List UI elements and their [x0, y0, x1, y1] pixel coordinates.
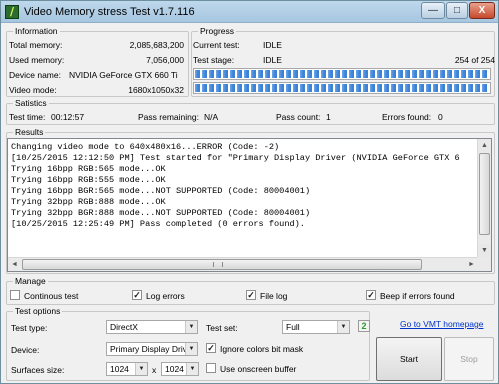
app-icon: /: [5, 5, 19, 19]
manage-group-label: Manage: [13, 276, 48, 286]
surface-width-value: 1024: [110, 364, 129, 374]
information-group-label: Information: [13, 26, 60, 36]
ignore-colors-label[interactable]: Ignore colors bit mask: [220, 344, 303, 354]
vmt-homepage-link[interactable]: Go to VMT homepage: [400, 319, 483, 329]
results-group-label: Results: [13, 127, 46, 137]
chevron-down-icon[interactable]: ▼: [337, 321, 349, 333]
vertical-scroll-thumb[interactable]: [479, 153, 490, 235]
test-type-value: DirectX: [110, 322, 138, 332]
progress-bar-2: [193, 82, 491, 94]
chevron-down-icon[interactable]: ▼: [186, 363, 198, 375]
total-memory-label: Total memory:: [9, 40, 63, 50]
progress-group-label: Progress: [198, 26, 237, 36]
scroll-up-arrow-icon[interactable]: ▲: [478, 139, 491, 152]
progress-bar-1-fill: [195, 70, 489, 78]
pass-remaining-label: Pass remaining:: [138, 112, 199, 122]
used-memory-label: Used memory:: [9, 55, 65, 65]
test-stage-value: IDLE: [263, 55, 282, 65]
results-log[interactable]: Changing video mode to 640x480x16...ERRO…: [7, 138, 492, 272]
test-type-label: Test type:: [11, 323, 48, 333]
video-mode-label: Video mode:: [9, 85, 57, 95]
device-label: Device:: [11, 345, 40, 355]
surface-size-separator: x: [152, 365, 157, 375]
chevron-down-icon[interactable]: ▼: [185, 321, 197, 333]
device-name-value: NVIDIA GeForce GTX 660 Ti: [69, 70, 178, 80]
test-options-group-label: Test options: [13, 306, 63, 316]
file-log-label[interactable]: File log: [260, 291, 287, 301]
surface-height-dropdown[interactable]: 1024 ▼: [161, 362, 199, 376]
refresh-icon[interactable]: 2: [358, 320, 370, 332]
current-test-label: Current test:: [193, 40, 240, 50]
continuous-test-label[interactable]: Continous test: [24, 291, 78, 301]
surface-width-dropdown[interactable]: 1024 ▼: [106, 362, 148, 376]
surface-height-value: 1024: [165, 364, 184, 374]
results-vertical-scrollbar[interactable]: ▲ ▼: [477, 139, 491, 257]
progress-bar-2-fill: [195, 84, 489, 92]
device-name-label: Device name:: [9, 70, 61, 80]
scroll-down-arrow-icon[interactable]: ▼: [478, 244, 491, 257]
log-line: Changing video mode to 640x480x16...ERRO…: [11, 142, 280, 152]
beep-checkbox[interactable]: ✓: [366, 290, 376, 300]
test-stage-count: 254 of 254: [454, 55, 495, 65]
log-line: Trying 16bpp RGB:555 mode...OK: [11, 175, 166, 185]
test-set-value: Full: [286, 322, 300, 332]
pass-count-value: 1: [326, 112, 331, 122]
ignore-colors-checkbox[interactable]: ✓: [206, 343, 216, 353]
log-line: [10/25/2015 12:12:50 PM] Test started fo…: [11, 153, 460, 163]
statistics-group-label: Satistics: [13, 98, 49, 108]
test-set-dropdown[interactable]: Full ▼: [282, 320, 350, 334]
file-log-checkbox[interactable]: ✓: [246, 290, 256, 300]
start-button[interactable]: Start: [376, 337, 442, 381]
test-time-label: Test time:: [9, 112, 46, 122]
pass-count-label: Pass count:: [276, 112, 321, 122]
errors-found-value: 0: [438, 112, 443, 122]
test-set-label: Test set:: [206, 323, 238, 333]
errors-found-label: Errors found:: [382, 112, 432, 122]
log-line: Trying 16bpp RGB:565 mode...OK: [11, 164, 166, 174]
device-value: Primary Display Driver: [110, 344, 186, 354]
stop-button[interactable]: Stop: [444, 337, 494, 381]
onscreen-buffer-checkbox[interactable]: [206, 363, 216, 373]
log-line: [10/25/2015 12:25:49 PM] Pass completed …: [11, 219, 305, 229]
scroll-grip-icon: [213, 262, 223, 267]
log-line: Trying 32bpp BGR:888 mode...NOT SUPPORTE…: [11, 208, 311, 218]
close-button[interactable]: X: [469, 2, 495, 19]
horizontal-scroll-thumb[interactable]: [22, 259, 422, 270]
chevron-down-icon[interactable]: ▼: [135, 363, 147, 375]
chevron-down-icon[interactable]: ▼: [185, 343, 197, 355]
test-type-dropdown[interactable]: DirectX ▼: [106, 320, 198, 334]
beep-label[interactable]: Beep if errors found: [380, 291, 455, 301]
maximize-button[interactable]: □: [446, 2, 468, 19]
onscreen-buffer-label[interactable]: Use onscreen buffer: [220, 364, 296, 374]
current-test-value: IDLE: [263, 40, 282, 50]
video-mode-value: 1680x1050x32: [128, 85, 184, 95]
log-errors-checkbox[interactable]: ✓: [132, 290, 142, 300]
total-memory-value: 2,085,683,200: [129, 40, 184, 50]
log-errors-label[interactable]: Log errors: [146, 291, 185, 301]
test-stage-label: Test stage:: [193, 55, 235, 65]
scrollbar-corner: [477, 257, 491, 271]
results-horizontal-scrollbar[interactable]: ◄ ►: [8, 257, 478, 271]
surfaces-size-label: Surfaces size:: [11, 365, 65, 375]
main-window: / Video Memory stress Test v1.7.116 — □ …: [0, 0, 499, 384]
pass-remaining-value: N/A: [204, 112, 219, 122]
device-dropdown[interactable]: Primary Display Driver ▼: [106, 342, 198, 356]
window-title: Video Memory stress Test v1.7.116: [24, 6, 195, 18]
title-bar[interactable]: / Video Memory stress Test v1.7.116 — □ …: [1, 1, 498, 23]
progress-bar-1: [193, 68, 491, 80]
test-time-value: 00:12:57: [51, 112, 85, 122]
used-memory-value: 7,056,000: [146, 55, 184, 65]
minimize-button[interactable]: —: [421, 2, 445, 19]
log-line: Trying 16bpp BGR:565 mode...NOT SUPPORTE…: [11, 186, 311, 196]
log-line: Trying 32bpp RGB:888 mode...OK: [11, 197, 166, 207]
scroll-left-arrow-icon[interactable]: ◄: [8, 258, 21, 271]
continuous-test-checkbox[interactable]: [10, 290, 20, 300]
